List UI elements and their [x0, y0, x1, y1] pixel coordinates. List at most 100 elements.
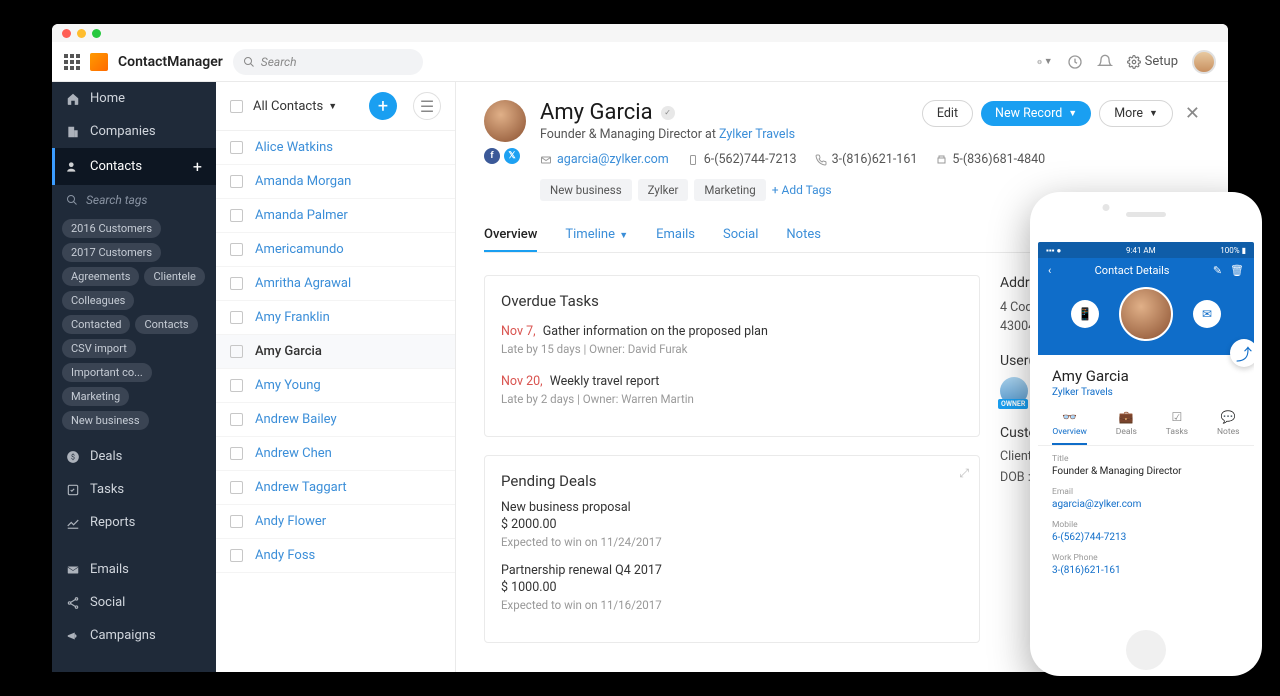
add-tags-button[interactable]: + Add Tags — [772, 183, 832, 197]
twitter-icon[interactable]: 𝕏 — [504, 148, 520, 164]
phone-tab-overview[interactable]: 👓Overview — [1052, 410, 1086, 445]
phone-home-button[interactable] — [1126, 630, 1166, 670]
clock-icon[interactable] — [1067, 54, 1083, 70]
setup-button[interactable]: Setup — [1127, 54, 1178, 69]
phone-tab-deals[interactable]: 💼Deals — [1116, 410, 1137, 445]
phone-call-button[interactable]: 📱 — [1071, 300, 1099, 328]
list-options-button[interactable]: ☰ — [413, 92, 441, 120]
tag-chip[interactable]: Clientele — [144, 267, 204, 286]
nav-home[interactable]: Home — [52, 82, 216, 115]
deal-meta: Expected to win on 11/16/2017 — [501, 598, 963, 612]
share-fab[interactable]: ⤴ — [1230, 339, 1254, 367]
user-avatar[interactable] — [1192, 50, 1216, 74]
task-item[interactable]: Nov 7, Gather information on the propose… — [501, 320, 963, 356]
add-contact-fab[interactable]: + — [369, 92, 397, 120]
more-button[interactable]: More▼ — [1099, 100, 1173, 127]
facebook-icon[interactable]: f — [484, 148, 500, 164]
tag-chip[interactable]: 2016 Customers — [62, 219, 161, 238]
deal-item[interactable]: Partnership renewal Q4 2017$ 1000.00Expe… — [501, 563, 963, 612]
row-checkbox[interactable] — [230, 141, 243, 154]
row-checkbox[interactable] — [230, 515, 243, 528]
contact-row[interactable]: Amy Young — [216, 369, 455, 403]
contact-row[interactable]: Andrew Bailey — [216, 403, 455, 437]
contact-row[interactable]: Amritha Agrawal — [216, 267, 455, 301]
detail-tag[interactable]: Marketing — [694, 179, 765, 201]
select-all-checkbox[interactable] — [230, 100, 243, 113]
row-checkbox[interactable] — [230, 413, 243, 426]
nav-contacts[interactable]: Contacts+ — [52, 148, 216, 185]
tag-chip[interactable]: CSV import — [62, 339, 136, 358]
nav-deals[interactable]: $Deals — [52, 440, 216, 473]
phone-field-value[interactable]: 3-(816)621-161 — [1052, 565, 1240, 576]
contact-row[interactable]: Andrew Taggart — [216, 471, 455, 505]
phone-mail-button[interactable]: ✉ — [1193, 300, 1221, 328]
row-checkbox[interactable] — [230, 481, 243, 494]
row-checkbox[interactable] — [230, 243, 243, 256]
row-checkbox[interactable] — [230, 549, 243, 562]
tag-chip[interactable]: 2017 Customers — [62, 243, 161, 262]
tag-chip[interactable]: New business — [62, 411, 149, 430]
add-contact-icon[interactable]: + — [193, 157, 202, 176]
tab-emails[interactable]: Emails — [656, 219, 695, 252]
nav-reports[interactable]: Reports — [52, 506, 216, 539]
globe-icon[interactable]: ▼ — [1037, 54, 1053, 70]
tag-chip[interactable]: Important co... — [62, 363, 152, 382]
apps-grid-icon[interactable] — [64, 54, 80, 70]
tag-chip[interactable]: Colleagues — [62, 291, 134, 310]
edit-button[interactable]: Edit — [922, 100, 973, 127]
bell-icon[interactable] — [1097, 54, 1113, 70]
row-checkbox[interactable] — [230, 175, 243, 188]
phone-company-link[interactable]: Zylker Travels — [1052, 387, 1240, 398]
owner-badge[interactable]: OWNER — [1000, 377, 1028, 405]
search-tags-input[interactable]: Search tags — [52, 185, 216, 215]
global-search-input[interactable]: Search — [233, 49, 423, 75]
deal-item[interactable]: New business proposal$ 2000.00Expected t… — [501, 500, 963, 549]
contact-row[interactable]: Americamundo — [216, 233, 455, 267]
contact-row[interactable]: Alice Watkins — [216, 131, 455, 165]
tag-chip[interactable]: Contacted — [62, 315, 130, 334]
row-checkbox[interactable] — [230, 447, 243, 460]
phone-mockup: ▪▪▪ ● 9:41 AM 100% ▮ ‹ Contact Details ✎… — [1030, 192, 1262, 676]
delete-icon[interactable]: 🗑 — [1230, 264, 1244, 277]
row-checkbox[interactable] — [230, 209, 243, 222]
window-close-icon[interactable] — [62, 29, 71, 38]
contact-row[interactable]: Amanda Morgan — [216, 165, 455, 199]
nav-social[interactable]: Social — [52, 586, 216, 619]
row-checkbox[interactable] — [230, 277, 243, 290]
tag-chip[interactable]: Agreements — [62, 267, 139, 286]
tab-timeline[interactable]: Timeline ▼ — [565, 219, 628, 252]
contact-row[interactable]: Amanda Palmer — [216, 199, 455, 233]
window-minimize-icon[interactable] — [77, 29, 86, 38]
expand-icon[interactable]: ⤢ — [959, 466, 969, 481]
new-record-button[interactable]: New Record▼ — [981, 101, 1091, 126]
phone-field-value[interactable]: 6-(562)744-7213 — [1052, 532, 1240, 543]
contact-row[interactable]: Andy Foss — [216, 539, 455, 573]
tag-chip[interactable]: Marketing — [62, 387, 129, 406]
nav-campaigns[interactable]: Campaigns — [52, 619, 216, 652]
detail-tag[interactable]: Zylker — [638, 179, 689, 201]
edit-icon[interactable]: ✎ — [1213, 264, 1222, 277]
row-checkbox[interactable] — [230, 345, 243, 358]
tag-chip[interactable]: Contacts — [135, 315, 197, 334]
contact-row[interactable]: Andrew Chen — [216, 437, 455, 471]
phone-tab-notes[interactable]: 💬Notes — [1217, 410, 1240, 445]
phone-tab-tasks[interactable]: ☑Tasks — [1166, 410, 1188, 445]
phone-field-value[interactable]: agarcia@zylker.com — [1052, 499, 1240, 510]
task-item[interactable]: Nov 20, Weekly travel reportLate by 2 da… — [501, 370, 963, 406]
window-maximize-icon[interactable] — [92, 29, 101, 38]
nav-emails[interactable]: Emails — [52, 553, 216, 586]
row-checkbox[interactable] — [230, 379, 243, 392]
list-view-selector[interactable]: All Contacts▼ — [253, 99, 337, 114]
contact-row[interactable]: Andy Flower — [216, 505, 455, 539]
nav-tasks[interactable]: Tasks — [52, 473, 216, 506]
contact-row[interactable]: Amy Garcia — [216, 335, 455, 369]
detail-tag[interactable]: New business — [540, 179, 632, 201]
tab-overview[interactable]: Overview — [484, 219, 537, 252]
contact-row[interactable]: Amy Franklin — [216, 301, 455, 335]
tab-social[interactable]: Social — [723, 219, 758, 252]
nav-companies[interactable]: Companies — [52, 115, 216, 148]
company-link[interactable]: Zylker Travels — [719, 127, 795, 142]
close-icon[interactable]: ✕ — [1185, 103, 1200, 124]
row-checkbox[interactable] — [230, 311, 243, 324]
tab-notes[interactable]: Notes — [786, 219, 821, 252]
